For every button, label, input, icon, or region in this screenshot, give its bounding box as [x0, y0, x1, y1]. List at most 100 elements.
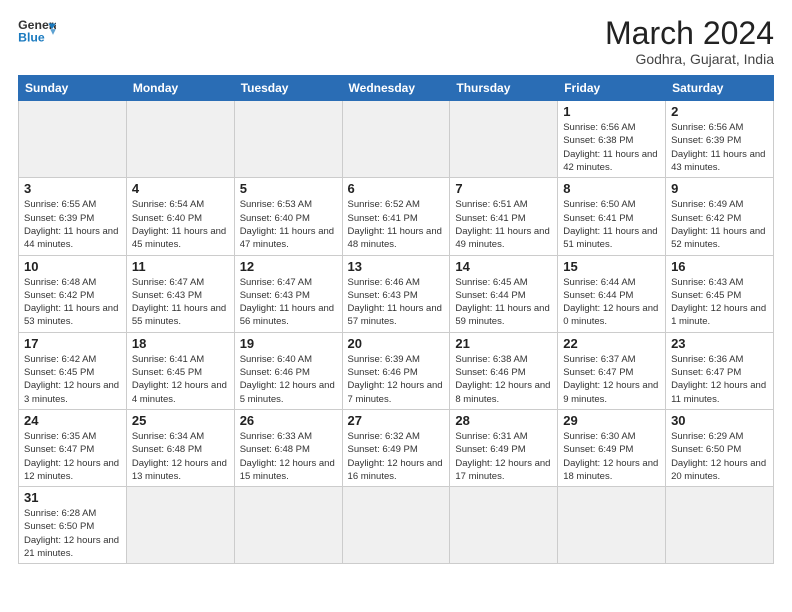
title-block: March 2024 Godhra, Gujarat, India	[605, 16, 774, 67]
header: General Blue March 2024 Godhra, Gujarat,…	[18, 16, 774, 67]
calendar-cell	[342, 101, 450, 178]
calendar-cell	[450, 101, 558, 178]
day-number: 29	[563, 413, 660, 428]
calendar-cell: 28Sunrise: 6:31 AM Sunset: 6:49 PM Dayli…	[450, 409, 558, 486]
day-info: Sunrise: 6:54 AM Sunset: 6:40 PM Dayligh…	[132, 198, 229, 251]
calendar-cell	[450, 487, 558, 564]
day-info: Sunrise: 6:35 AM Sunset: 6:47 PM Dayligh…	[24, 430, 121, 483]
day-number: 12	[240, 259, 337, 274]
calendar-cell: 14 Sunrise: 6:45 AM Sunset: 6:44 PM Dayli…	[450, 255, 558, 332]
day-info: Sunrise: 6:30 AM Sunset: 6:49 PM Dayligh…	[563, 430, 660, 483]
calendar-cell: 17 Sunrise: 6:42 AM Sunset: 6:45 PM Dayli…	[19, 332, 127, 409]
day-info: Sunrise: 6:55 AM Sunset: 6:39 PM Dayligh…	[24, 198, 121, 251]
day-info: Sunrise: 6:42 AM Sunset: 6:45 PM Dayligh…	[24, 353, 121, 406]
day-info: Sunrise: 6:32 AM Sunset: 6:49 PM Dayligh…	[348, 430, 445, 483]
day-number: 15	[563, 259, 660, 274]
day-info: Sunrise: 6:39 AM Sunset: 6:46 PM Dayligh…	[348, 353, 445, 406]
day-number: 26	[240, 413, 337, 428]
day-info: Sunrise: 6:56 AM Sunset: 6:39 PM Dayligh…	[671, 121, 768, 174]
calendar-cell: 25Sunrise: 6:34 AM Sunset: 6:48 PM Dayli…	[126, 409, 234, 486]
day-number: 21	[455, 336, 552, 351]
day-info: Sunrise: 6:31 AM Sunset: 6:49 PM Dayligh…	[455, 430, 552, 483]
day-info: Sunrise: 6:46 AM Sunset: 6:43 PM Dayligh…	[348, 276, 445, 329]
calendar-cell: 6 Sunrise: 6:52 AM Sunset: 6:41 PM Daylig…	[342, 178, 450, 255]
calendar-cell: 9Sunrise: 6:49 AM Sunset: 6:42 PM Daylig…	[666, 178, 774, 255]
day-number: 10	[24, 259, 121, 274]
calendar-cell: 11Sunrise: 6:47 AM Sunset: 6:43 PM Dayli…	[126, 255, 234, 332]
col-wednesday: Wednesday	[342, 76, 450, 101]
calendar-cell: 7 Sunrise: 6:51 AM Sunset: 6:41 PM Daylig…	[450, 178, 558, 255]
calendar-cell	[234, 487, 342, 564]
calendar-cell	[666, 487, 774, 564]
day-info: Sunrise: 6:47 AM Sunset: 6:43 PM Dayligh…	[132, 276, 229, 329]
day-info: Sunrise: 6:47 AM Sunset: 6:43 PM Dayligh…	[240, 276, 337, 329]
day-number: 20	[348, 336, 445, 351]
calendar-cell: 4Sunrise: 6:54 AM Sunset: 6:40 PM Daylig…	[126, 178, 234, 255]
day-info: Sunrise: 6:38 AM Sunset: 6:46 PM Dayligh…	[455, 353, 552, 406]
day-info: Sunrise: 6:36 AM Sunset: 6:47 PM Dayligh…	[671, 353, 768, 406]
calendar-cell	[234, 101, 342, 178]
calendar-cell: 16Sunrise: 6:43 AM Sunset: 6:45 PM Dayli…	[666, 255, 774, 332]
calendar-cell: 26Sunrise: 6:33 AM Sunset: 6:48 PM Dayli…	[234, 409, 342, 486]
day-number: 17	[24, 336, 121, 351]
calendar-cell: 27 Sunrise: 6:32 AM Sunset: 6:49 PM Dayli…	[342, 409, 450, 486]
calendar-header-row: Sunday Monday Tuesday Wednesday Thursday…	[19, 76, 774, 101]
calendar-cell: 3 Sunrise: 6:55 AM Sunset: 6:39 PM Daylig…	[19, 178, 127, 255]
calendar-cell: 8Sunrise: 6:50 AM Sunset: 6:41 PM Daylig…	[558, 178, 666, 255]
day-info: Sunrise: 6:45 AM Sunset: 6:44 PM Dayligh…	[455, 276, 552, 329]
col-tuesday: Tuesday	[234, 76, 342, 101]
day-number: 27	[348, 413, 445, 428]
calendar-cell: 29 Sunrise: 6:30 AM Sunset: 6:49 PM Dayli…	[558, 409, 666, 486]
calendar-cell: 20 Sunrise: 6:39 AM Sunset: 6:46 PM Dayli…	[342, 332, 450, 409]
calendar-cell: 1 Sunrise: 6:56 AM Sunset: 6:38 PM Daylig…	[558, 101, 666, 178]
col-saturday: Saturday	[666, 76, 774, 101]
day-number: 2	[671, 104, 768, 119]
col-friday: Friday	[558, 76, 666, 101]
calendar-cell: 30Sunrise: 6:29 AM Sunset: 6:50 PM Dayli…	[666, 409, 774, 486]
calendar-cell: 2 Sunrise: 6:56 AM Sunset: 6:39 PM Daylig…	[666, 101, 774, 178]
day-info: Sunrise: 6:51 AM Sunset: 6:41 PM Dayligh…	[455, 198, 552, 251]
day-number: 6	[348, 181, 445, 196]
day-number: 3	[24, 181, 121, 196]
day-number: 7	[455, 181, 552, 196]
calendar-cell: 21 Sunrise: 6:38 AM Sunset: 6:46 PM Dayli…	[450, 332, 558, 409]
subtitle: Godhra, Gujarat, India	[605, 51, 774, 67]
day-info: Sunrise: 6:56 AM Sunset: 6:38 PM Dayligh…	[563, 121, 660, 174]
day-number: 13	[348, 259, 445, 274]
calendar-cell: 24Sunrise: 6:35 AM Sunset: 6:47 PM Dayli…	[19, 409, 127, 486]
calendar-cell: 22 Sunrise: 6:37 AM Sunset: 6:47 PM Dayli…	[558, 332, 666, 409]
calendar-cell: 19Sunrise: 6:40 AM Sunset: 6:46 PM Dayli…	[234, 332, 342, 409]
page: General Blue March 2024 Godhra, Gujarat,…	[0, 0, 792, 612]
col-monday: Monday	[126, 76, 234, 101]
calendar-cell	[558, 487, 666, 564]
calendar-cell: 15 Sunrise: 6:44 AM Sunset: 6:44 PM Dayli…	[558, 255, 666, 332]
day-info: Sunrise: 6:37 AM Sunset: 6:47 PM Dayligh…	[563, 353, 660, 406]
calendar-cell	[126, 101, 234, 178]
day-number: 18	[132, 336, 229, 351]
logo: General Blue	[18, 16, 56, 48]
day-info: Sunrise: 6:34 AM Sunset: 6:48 PM Dayligh…	[132, 430, 229, 483]
day-number: 16	[671, 259, 768, 274]
col-thursday: Thursday	[450, 76, 558, 101]
day-number: 14	[455, 259, 552, 274]
day-info: Sunrise: 6:50 AM Sunset: 6:41 PM Dayligh…	[563, 198, 660, 251]
day-info: Sunrise: 6:52 AM Sunset: 6:41 PM Dayligh…	[348, 198, 445, 251]
calendar-cell: 5 Sunrise: 6:53 AM Sunset: 6:40 PM Daylig…	[234, 178, 342, 255]
day-info: Sunrise: 6:48 AM Sunset: 6:42 PM Dayligh…	[24, 276, 121, 329]
calendar-cell: 10 Sunrise: 6:48 AM Sunset: 6:42 PM Dayli…	[19, 255, 127, 332]
day-number: 31	[24, 490, 121, 505]
day-number: 5	[240, 181, 337, 196]
calendar-cell: 13 Sunrise: 6:46 AM Sunset: 6:43 PM Dayli…	[342, 255, 450, 332]
day-info: Sunrise: 6:53 AM Sunset: 6:40 PM Dayligh…	[240, 198, 337, 251]
calendar-cell	[126, 487, 234, 564]
day-number: 1	[563, 104, 660, 119]
calendar-cell: 23 Sunrise: 6:36 AM Sunset: 6:47 PM Dayli…	[666, 332, 774, 409]
day-number: 22	[563, 336, 660, 351]
calendar-cell: 31Sunrise: 6:28 AM Sunset: 6:50 PM Dayli…	[19, 487, 127, 564]
day-info: Sunrise: 6:44 AM Sunset: 6:44 PM Dayligh…	[563, 276, 660, 329]
day-info: Sunrise: 6:40 AM Sunset: 6:46 PM Dayligh…	[240, 353, 337, 406]
day-number: 23	[671, 336, 768, 351]
day-info: Sunrise: 6:49 AM Sunset: 6:42 PM Dayligh…	[671, 198, 768, 251]
day-number: 30	[671, 413, 768, 428]
month-title: March 2024	[605, 16, 774, 51]
